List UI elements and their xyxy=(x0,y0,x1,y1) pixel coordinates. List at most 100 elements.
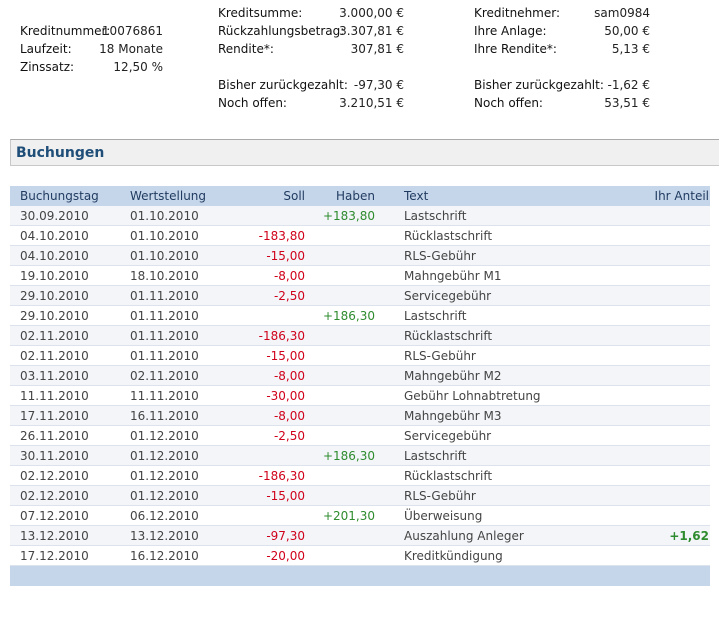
table-row[interactable]: 17.12.2010 16.12.2010 -20,00 Kreditkündigun… xyxy=(10,546,710,566)
summary-label: Noch offen: xyxy=(474,96,543,110)
cell-buchungstag: 29.10.2010 xyxy=(20,309,89,323)
summary-column-amounts: Kreditsumme: 3.000,00 € Rückzahlungsbetrag… xyxy=(218,4,404,112)
summary-label: Rendite*: xyxy=(218,42,274,56)
header-text[interactable]: Text xyxy=(404,188,428,204)
cell-wertstellung: 16.12.2010 xyxy=(130,549,199,563)
cell-buchungstag: 26.11.2010 xyxy=(20,429,89,443)
cell-buchungstag: 30.11.2010 xyxy=(20,449,89,463)
cell-text: Lastschrift xyxy=(404,449,467,463)
cell-wertstellung: 01.12.2010 xyxy=(130,489,199,503)
header-anteil[interactable]: Ihr Anteil xyxy=(655,188,709,204)
summary-value: 10076861 xyxy=(101,24,163,38)
cell-soll: -186,30 xyxy=(258,469,305,483)
cell-text: RLS-Gebühr xyxy=(404,349,476,363)
cell-text: Kreditkündigung xyxy=(404,549,503,563)
summary-row: Rückzahlungsbetrag: 3.307,81 € xyxy=(218,22,404,40)
table-row[interactable]: 17.11.2010 16.11.2010 -8,00 Mahngebühr M3 xyxy=(10,406,710,426)
cell-wertstellung: 01.10.2010 xyxy=(130,229,199,243)
summary-label: Ihre Anlage: xyxy=(474,24,547,38)
cell-text: Rücklastschrift xyxy=(404,469,493,483)
cell-anteil: +1,62 xyxy=(669,529,709,543)
summary-value: -97,30 € xyxy=(353,78,404,92)
table-row[interactable]: 04.10.2010 01.10.2010 -15,00 RLS-Gebühr xyxy=(10,246,710,266)
table-row[interactable]: 02.12.2010 01.12.2010 -186,30 Rücklastschri… xyxy=(10,466,710,486)
cell-soll: -30,00 xyxy=(266,389,305,403)
cell-wertstellung: 01.12.2010 xyxy=(130,469,199,483)
table-header: Buchungstag Wertstellung Soll Haben Text… xyxy=(10,186,710,206)
table-row[interactable]: 03.11.2010 02.11.2010 -8,00 Mahngebühr M2 xyxy=(10,366,710,386)
table-row[interactable]: 19.10.2010 18.10.2010 -8,00 Mahngebühr M1 xyxy=(10,266,710,286)
cell-text: Lastschrift xyxy=(404,209,467,223)
table-footer xyxy=(10,566,710,586)
summary-row: Rendite*: 307,81 € xyxy=(218,40,404,58)
cell-soll: -2,50 xyxy=(273,289,305,303)
cell-haben: +186,30 xyxy=(322,449,375,463)
cell-wertstellung: 13.12.2010 xyxy=(130,529,199,543)
table-row[interactable]: 29.10.2010 01.11.2010 +186,30 Lastschrift xyxy=(10,306,710,326)
cell-soll: -15,00 xyxy=(266,349,305,363)
cell-wertstellung: 01.10.2010 xyxy=(130,209,199,223)
summary-row: Ihre Rendite*: 5,13 € xyxy=(474,40,650,58)
summary-label: Noch offen: xyxy=(218,96,287,110)
cell-buchungstag: 29.10.2010 xyxy=(20,289,89,303)
cell-buchungstag: 13.12.2010 xyxy=(20,529,89,543)
cell-haben: +201,30 xyxy=(322,509,375,523)
summary-row: Kreditnehmer: sam0984 xyxy=(474,4,650,22)
cell-haben: +183,80 xyxy=(322,209,375,223)
table-row[interactable]: 11.11.2010 11.11.2010 -30,00 Gebühr Lohnabt… xyxy=(10,386,710,406)
table-row[interactable]: 02.11.2010 01.11.2010 -186,30 Rücklastschri… xyxy=(10,326,710,346)
table-body: 30.09.2010 01.10.2010 +183,80 Lastschrift 04… xyxy=(10,206,710,566)
summary-value: 12,50 % xyxy=(113,60,163,74)
cell-buchungstag: 30.09.2010 xyxy=(20,209,89,223)
summary-row: Kreditnummer: 10076861 xyxy=(20,22,170,40)
cell-wertstellung: 06.12.2010 xyxy=(130,509,199,523)
table-row[interactable]: 29.10.2010 01.11.2010 -2,50 Servicegebühr xyxy=(10,286,710,306)
cell-wertstellung: 01.10.2010 xyxy=(130,249,199,263)
summary-label: Laufzeit: xyxy=(20,42,72,56)
summary-value: 50,00 € xyxy=(604,24,650,38)
summary-row: Ihre Anlage: 50,00 € xyxy=(474,22,650,40)
cell-soll: -183,80 xyxy=(258,229,305,243)
cell-haben: +186,30 xyxy=(322,309,375,323)
table-row[interactable]: 30.11.2010 01.12.2010 +186,30 Lastschrift xyxy=(10,446,710,466)
cell-buchungstag: 04.10.2010 xyxy=(20,229,89,243)
header-wertstellung[interactable]: Wertstellung xyxy=(130,188,206,204)
summary-column-investor: Kreditnehmer: sam0984 Ihre Anlage: 50,00 € I… xyxy=(474,4,650,112)
summary-label: Zinssatz: xyxy=(20,60,75,74)
cell-text: RLS-Gebühr xyxy=(404,489,476,503)
header-haben[interactable]: Haben xyxy=(336,188,375,204)
summary-row: Noch offen: 3.210,51 € xyxy=(218,94,404,112)
bookings-table: Buchungstag Wertstellung Soll Haben Text… xyxy=(10,186,710,586)
summary-label: Kreditnehmer: xyxy=(474,6,561,20)
cell-buchungstag: 17.11.2010 xyxy=(20,409,89,423)
summary-value: 5,13 € xyxy=(611,42,650,56)
summary-value: 3.210,51 € xyxy=(339,96,404,110)
table-row[interactable]: 02.12.2010 01.12.2010 -15,00 RLS-Gebühr xyxy=(10,486,710,506)
summary-label: Kreditsumme: xyxy=(218,6,303,20)
header-soll[interactable]: Soll xyxy=(283,188,305,204)
cell-buchungstag: 19.10.2010 xyxy=(20,269,89,283)
cell-buchungstag: 02.11.2010 xyxy=(20,349,89,363)
header-buchungstag[interactable]: Buchungstag xyxy=(20,188,99,204)
table-row[interactable]: 13.12.2010 13.12.2010 -97,30 Auszahlung Anl… xyxy=(10,526,710,546)
summary-value: 3.307,81 € xyxy=(339,24,404,38)
cell-text: Mahngebühr M1 xyxy=(404,269,502,283)
table-row[interactable]: 04.10.2010 01.10.2010 -183,80 Rücklastschri… xyxy=(10,226,710,246)
table-row[interactable]: 26.11.2010 01.12.2010 -2,50 Servicegebühr xyxy=(10,426,710,446)
summary-label: Kreditnummer: xyxy=(20,24,111,38)
cell-soll: -8,00 xyxy=(273,269,305,283)
cell-wertstellung: 02.11.2010 xyxy=(130,369,199,383)
section-title: Buchungen xyxy=(16,145,105,161)
cell-text: Rücklastschrift xyxy=(404,329,493,343)
table-row[interactable]: 02.11.2010 01.11.2010 -15,00 RLS-Gebühr xyxy=(10,346,710,366)
cell-soll: -8,00 xyxy=(273,369,305,383)
cell-text: RLS-Gebühr xyxy=(404,249,476,263)
cell-text: Rücklastschrift xyxy=(404,229,493,243)
summary-row: Bisher zurückgezahlt: -97,30 € xyxy=(218,76,404,94)
summary-label: Bisher zurückgezahlt: xyxy=(474,78,604,92)
cell-text: Mahngebühr M3 xyxy=(404,409,502,423)
table-row[interactable]: 30.09.2010 01.10.2010 +183,80 Lastschrift xyxy=(10,206,710,226)
cell-wertstellung: 01.12.2010 xyxy=(130,429,199,443)
summary-value: sam0984 xyxy=(594,6,650,20)
table-row[interactable]: 07.12.2010 06.12.2010 +201,30 Überweisung xyxy=(10,506,710,526)
